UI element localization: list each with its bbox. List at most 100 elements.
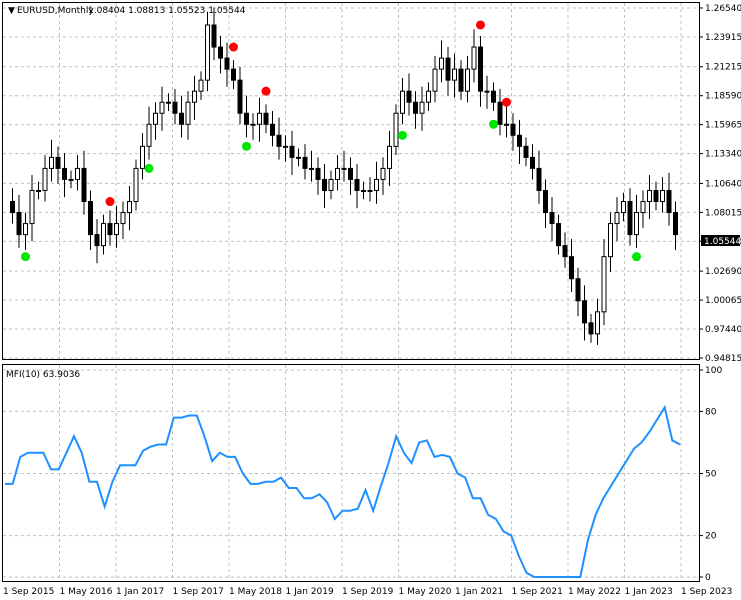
bear-candle	[10, 201, 15, 214]
bull-candle	[367, 189, 373, 192]
bull-candle	[127, 201, 132, 214]
bull-candle	[634, 212, 639, 236]
bear-candle	[354, 178, 360, 191]
bear-candle	[406, 90, 412, 103]
bull-candle	[146, 123, 152, 147]
bull-candle	[140, 145, 145, 169]
bear-candle	[588, 322, 594, 335]
bear-candle	[322, 178, 327, 191]
bull-candle	[387, 145, 392, 169]
bull-candle	[374, 178, 379, 191]
buy-signal-dot	[398, 130, 407, 140]
bull-candle	[49, 156, 54, 169]
bear-candle	[237, 79, 243, 114]
bear-candle	[218, 46, 223, 59]
bull-candle	[42, 167, 48, 191]
bull-candle	[614, 212, 620, 225]
chart-title-icon[interactable]: ▼	[8, 6, 15, 16]
bear-candle	[510, 123, 516, 136]
bull-candle	[647, 189, 652, 203]
bear-candle	[478, 46, 483, 92]
x-tick-label: 1 Jan 2017	[116, 587, 164, 597]
chart-area[interactable]: 1.26540 1.23915 1.21215 1.18590 1.15965 1.133…	[0, 0, 741, 600]
x-tick-label: 1 May 2016	[60, 587, 113, 597]
x-tick-label: 1 Jan 2021	[455, 587, 503, 597]
buy-signal-dot	[242, 141, 251, 151]
bull-candle	[601, 256, 607, 313]
y-tick-label: 0.94815	[705, 354, 741, 364]
bull-candle	[419, 101, 425, 114]
bear-candle	[627, 201, 633, 236]
bear-candle	[653, 189, 659, 203]
x-tick-label: 1 Sep 2021	[512, 587, 563, 597]
y-tick-label: 1.10640	[705, 179, 741, 189]
bear-candle	[458, 68, 464, 92]
bull-candle	[36, 189, 41, 192]
bull-candle	[439, 57, 444, 70]
bull-candle	[23, 223, 28, 236]
bull-candle	[361, 189, 366, 192]
bull-candle	[205, 24, 210, 81]
bull-candle	[309, 167, 314, 170]
x-tick-label: 1 May 2022	[568, 587, 621, 597]
bull-candle	[432, 68, 438, 92]
buy-signal-dot	[144, 163, 154, 173]
bear-candle	[172, 101, 178, 114]
symbol-label: EURUSD,Monthly	[17, 6, 94, 16]
bull-candle	[471, 46, 477, 70]
bear-candle	[497, 101, 503, 125]
bull-candle	[153, 112, 158, 125]
bear-candle	[666, 189, 672, 214]
x-tick-label: 1 Sep 2019	[342, 587, 394, 597]
bear-candle	[562, 245, 568, 258]
bull-candle	[426, 90, 431, 103]
x-tick-label: 1 Jan 2023	[625, 587, 673, 597]
bull-candle	[283, 145, 288, 148]
x-tick-label: 1 May 2020	[399, 587, 452, 597]
bear-candle	[491, 90, 496, 103]
bear-candle	[517, 134, 522, 147]
buy-signal-dot	[21, 252, 30, 262]
bear-candle	[523, 145, 529, 158]
bear-candle	[179, 112, 184, 125]
bull-candle	[465, 68, 470, 92]
mfi-tick-label: 0	[705, 573, 711, 583]
bear-candle	[211, 24, 217, 48]
bull-candle	[621, 201, 626, 214]
bear-candle	[575, 278, 581, 302]
bull-candle	[341, 167, 347, 170]
y-tick-label: 1.08015	[705, 208, 741, 218]
bull-candle	[250, 123, 256, 126]
y-tick-label: 1.02690	[705, 267, 741, 277]
buy-signal-dot	[489, 119, 498, 129]
bull-candle	[198, 79, 204, 92]
mfi-tick-label: 20	[705, 532, 717, 542]
bull-candle	[452, 68, 457, 81]
sell-signal-dot	[502, 97, 511, 107]
mfi-tick-label: 80	[705, 407, 717, 417]
bear-candle	[348, 167, 353, 180]
mfi-tick-label: 100	[705, 366, 722, 376]
bull-candle	[159, 101, 165, 114]
bear-candle	[569, 256, 574, 280]
x-tick-label: 1 Sep 2023	[681, 587, 732, 597]
bull-candle	[29, 189, 35, 225]
bear-candle	[289, 145, 295, 158]
bull-candle	[185, 101, 191, 125]
current-price-text: 1.05544	[704, 237, 741, 247]
bear-candle	[81, 167, 87, 203]
bull-candle	[504, 123, 509, 126]
bull-candle	[608, 223, 613, 258]
bear-candle	[536, 167, 542, 191]
bull-candle	[166, 101, 171, 104]
bear-candle	[543, 189, 548, 214]
bull-candle	[120, 212, 126, 225]
bull-candle	[133, 167, 139, 203]
indicator-label: MFI(10) 63.9036	[6, 370, 80, 380]
y-tick-label: 1.13340	[705, 150, 741, 160]
bear-candle	[413, 101, 418, 114]
x-tick-label: 1 Sep 2015	[3, 587, 54, 597]
sell-signal-dot	[476, 20, 485, 30]
x-tick-label: 1 Sep 2017	[173, 587, 224, 597]
y-tick-label: 1.00065	[705, 296, 741, 306]
